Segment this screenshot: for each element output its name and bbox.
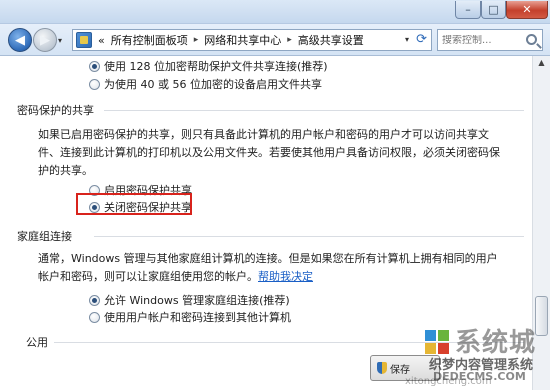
maximize-button[interactable]: □: [481, 1, 506, 19]
control-panel-icon: [76, 32, 92, 48]
password-section-title: 密码保护的共享: [17, 104, 94, 117]
windows-logo-icon: [425, 330, 451, 356]
help-me-decide-link[interactable]: 帮助我决定: [258, 270, 313, 283]
control-panel-window: – □ ✕ ◀ ▶ ▾ « 所有控制面板项 ▸ 网络和共享中心 ▸ 高级共享设置…: [0, 0, 550, 390]
password-section-description: 如果已启用密码保护的共享，则只有具备此计算机的用户帐户和密码的用户才可以访问共享…: [38, 128, 500, 177]
save-button-label: 保存: [390, 364, 410, 376]
address-bar[interactable]: « 所有控制面板项 ▸ 网络和共享中心 ▸ 高级共享设置 ▾ ⟳: [72, 29, 432, 51]
search-icon[interactable]: [526, 34, 537, 45]
radio-button[interactable]: [89, 60, 100, 72]
section-divider: [104, 110, 524, 111]
breadcrumb-all-control-panel-items[interactable]: 所有控制面板项: [111, 32, 188, 48]
radio-button[interactable]: [89, 294, 100, 306]
breadcrumb-network-sharing-center[interactable]: 网络和共享中心: [204, 32, 281, 48]
address-prefix[interactable]: «: [98, 34, 105, 47]
forward-arrow-icon: ▶: [40, 32, 50, 48]
radio-label: 使用用户帐户和密码连接到其他计算机: [104, 311, 291, 324]
close-button[interactable]: ✕: [506, 1, 548, 19]
section-divider: [94, 236, 524, 237]
back-arrow-icon: ◀: [15, 32, 25, 48]
public-section-title: 公用: [26, 336, 48, 349]
refresh-icon[interactable]: ⟳: [416, 32, 427, 47]
navigation-bar: ◀ ▶ ▾ « 所有控制面板项 ▸ 网络和共享中心 ▸ 高级共享设置 ▾ ⟳: [0, 24, 550, 56]
breadcrumb-separator-icon[interactable]: ▸: [287, 35, 292, 45]
option-use-account-password[interactable]: 使用用户帐户和密码连接到其他计算机: [89, 309, 291, 325]
option-128bit-encryption[interactable]: 使用 128 位加密帮助保护文件共享连接(推荐): [89, 58, 328, 74]
shield-icon: [377, 362, 387, 374]
search-input[interactable]: [442, 34, 526, 46]
title-bar: – □ ✕: [0, 0, 550, 24]
radio-label: 使用 128 位加密帮助保护文件共享连接(推荐): [104, 60, 328, 73]
forward-button[interactable]: ▶: [33, 28, 57, 52]
scroll-up-arrow-icon[interactable]: ▲: [535, 58, 548, 72]
radio-button[interactable]: [89, 78, 100, 90]
option-windows-manage-homegroup[interactable]: 允许 Windows 管理家庭组连接(推荐): [89, 292, 290, 308]
radio-label: 允许 Windows 管理家庭组连接(推荐): [104, 294, 290, 307]
address-dropdown-icon[interactable]: ▾: [405, 35, 409, 44]
homegroup-section-description: 通常，Windows 管理与其他家庭组计算机的连接。但是如果您在所有计算机上拥有…: [38, 250, 508, 286]
watermark-bottom-url: xitongcheng.com: [405, 376, 492, 387]
option-40-56bit-encryption[interactable]: 为使用 40 或 56 位加密的设备启用文件共享: [89, 76, 322, 92]
highlight-box: [76, 193, 192, 215]
recent-pages-dropdown[interactable]: ▾: [58, 36, 62, 45]
radio-label: 为使用 40 或 56 位加密的设备启用文件共享: [104, 78, 322, 91]
search-box[interactable]: [437, 29, 543, 51]
breadcrumb-advanced-sharing-settings[interactable]: 高级共享设置: [298, 32, 364, 48]
homegroup-section-title: 家庭组连接: [17, 230, 72, 243]
back-button[interactable]: ◀: [8, 28, 32, 52]
breadcrumb-separator-icon[interactable]: ▸: [194, 35, 199, 45]
radio-button[interactable]: [89, 311, 100, 323]
minimize-button[interactable]: –: [455, 1, 481, 19]
